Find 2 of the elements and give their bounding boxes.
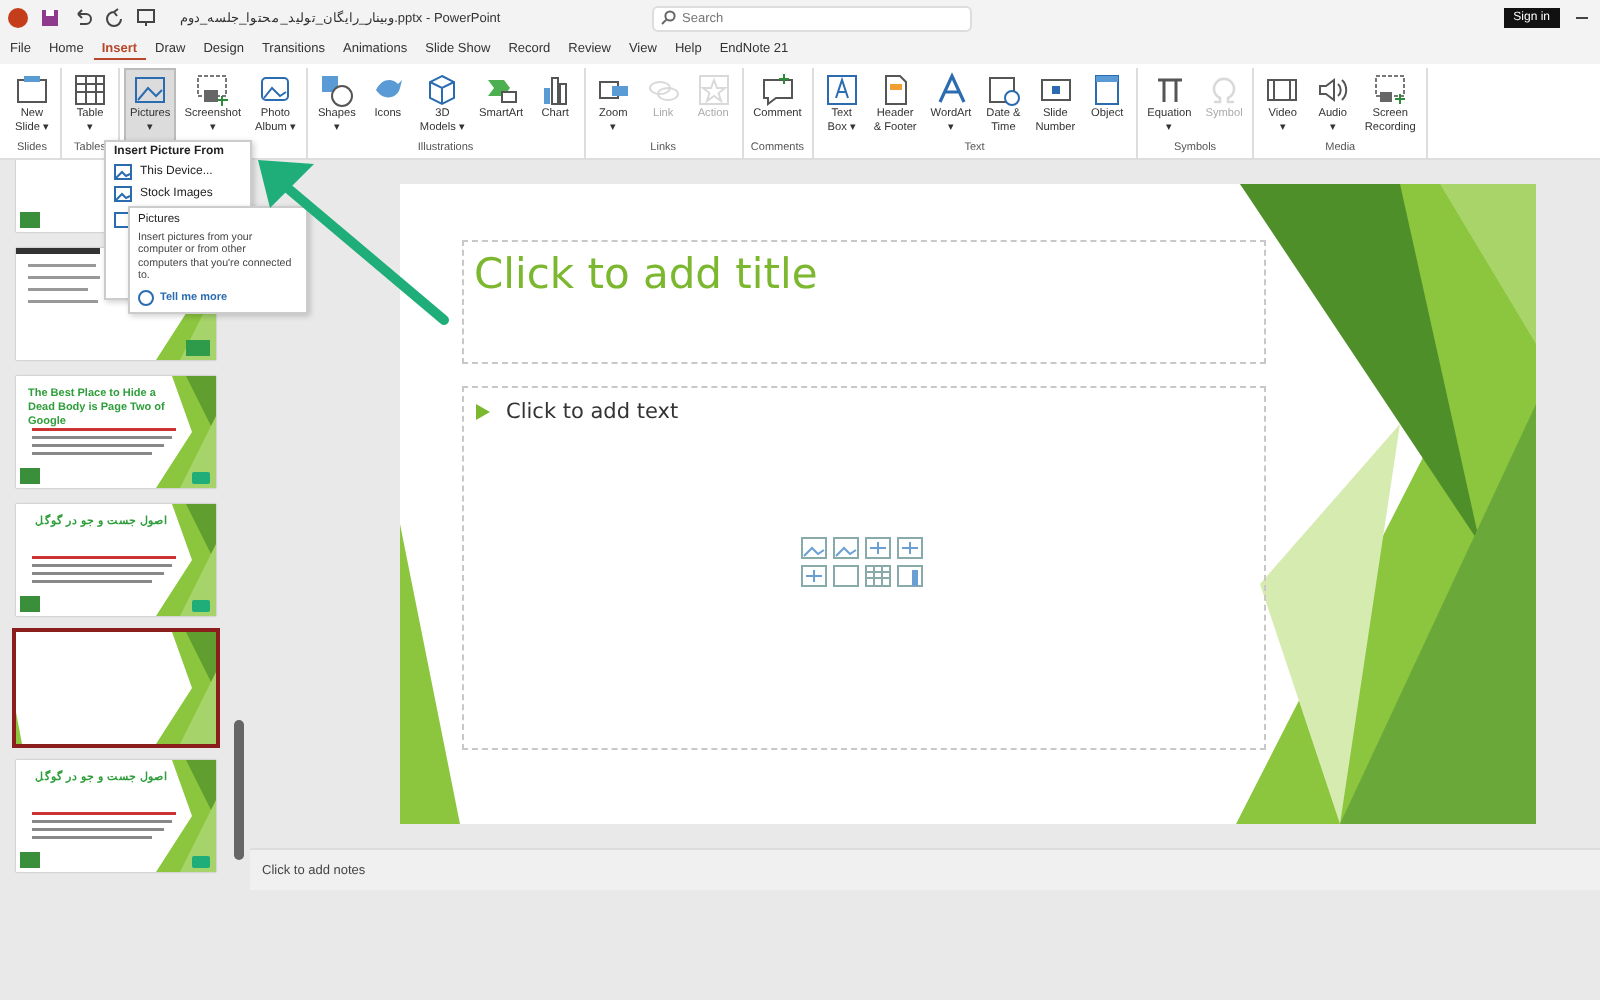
body-placeholder-text: Click to add text	[506, 400, 679, 424]
title-placeholder-text: Click to add title	[474, 250, 818, 298]
